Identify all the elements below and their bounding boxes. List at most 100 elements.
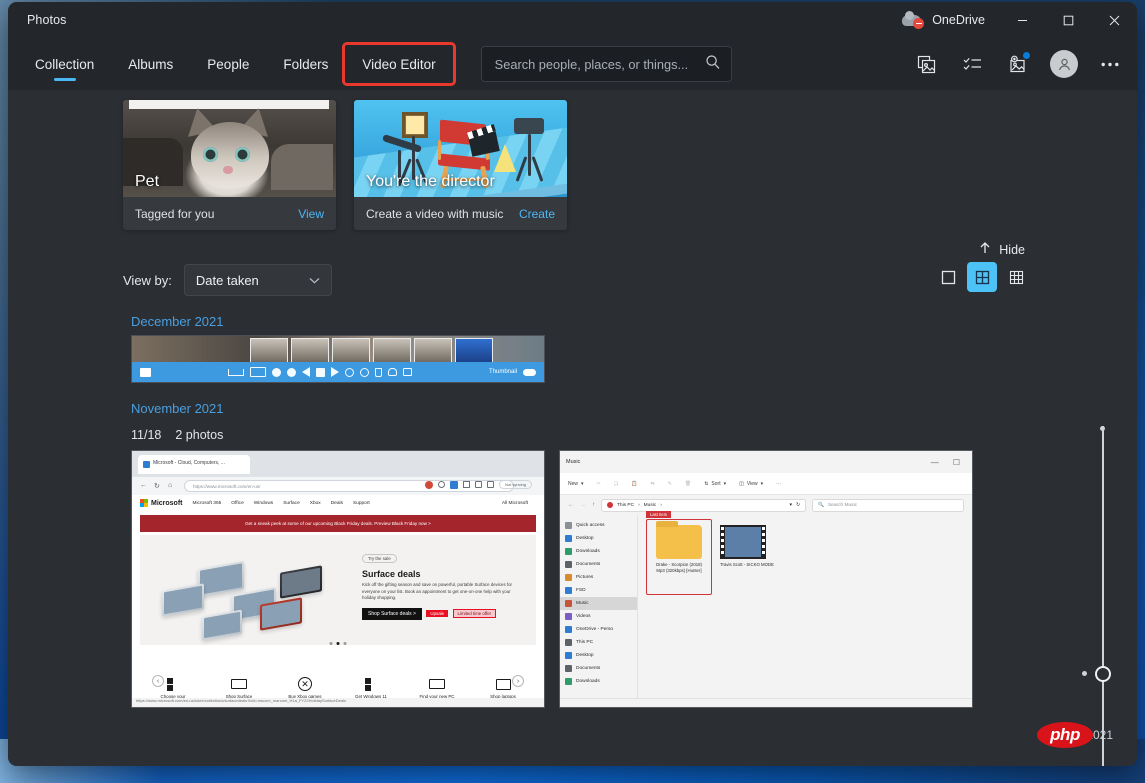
video-editor-timeline-screenshot[interactable]: Thumbnail: [131, 335, 545, 383]
multi-select-photos-icon[interactable]: [903, 44, 949, 84]
minimize-button[interactable]: [999, 2, 1045, 38]
card-director-media: You're the director: [354, 100, 567, 197]
tab-folders[interactable]: Folders: [266, 38, 345, 90]
group-count: 2 photos: [175, 428, 223, 442]
import-photos-icon[interactable]: [995, 44, 1041, 84]
microsoft-surface-deals-screenshot[interactable]: Microsoft - Cloud, Computers, ... ← ↻ ⌂ …: [131, 450, 545, 708]
hero-body: Kick off the gifting season and save on …: [362, 582, 522, 602]
search-box[interactable]: [481, 46, 732, 82]
hide-arrow-icon[interactable]: [978, 241, 992, 258]
card-director-footer: Create a video with music Create: [354, 197, 567, 230]
browser-home-icon: ⌂: [168, 482, 172, 489]
group-november-2021: November 2021 11/18 2 photos Microsoft -…: [8, 401, 1137, 708]
explorer-title-bar: Music — ☐: [560, 451, 972, 473]
selection-tag: Last Item: [646, 511, 671, 518]
ms-nav-link: Xbox: [310, 501, 321, 506]
timeline-scrubber[interactable]: [1091, 426, 1115, 766]
search-icon[interactable]: [705, 54, 721, 75]
sidebar-item: Pictures: [560, 571, 637, 584]
explorer-file-video: Travis Scott - SICKO MODE: [720, 525, 774, 574]
see-more-icon[interactable]: [1087, 44, 1133, 84]
ms-nav-link: Office: [231, 501, 243, 506]
quick-link: Get Windows 11: [341, 676, 401, 699]
suggestion-cards: Pet Tagged for you View: [8, 90, 1137, 230]
explorer-file-area: Last Item Drake - Scorpion (2018) Mp3 (3…: [638, 515, 972, 698]
maximize-button[interactable]: [1045, 2, 1091, 38]
card-director-subtitle: Create a video with music: [366, 207, 503, 221]
close-button[interactable]: [1091, 2, 1137, 38]
explorer-sort-button: ⇅Sort▾: [704, 481, 726, 487]
quick-link: Shop Surface: [209, 676, 269, 699]
card-director[interactable]: You're the director Create a video with …: [354, 100, 567, 230]
explorer-view-button: ◫View▾: [739, 481, 763, 487]
scrubber-track[interactable]: [1102, 426, 1104, 766]
import-badge: [1022, 51, 1031, 60]
medium-grid-tile-button[interactable]: [967, 262, 997, 292]
card-director-title: You're the director: [366, 173, 495, 191]
browser-back-icon: ←: [140, 482, 147, 489]
select-list-icon[interactable]: [949, 44, 995, 84]
explorer-status-bar: [560, 698, 972, 707]
php-watermark-logo: php: [1037, 722, 1093, 748]
group-title[interactable]: November 2021: [131, 401, 1137, 416]
sidebar-item: Quick access: [560, 519, 637, 532]
account-avatar-icon[interactable]: [1041, 44, 1087, 84]
card-director-create-link[interactable]: Create: [519, 207, 555, 221]
hide-row: Hide: [8, 241, 1137, 258]
tab-video-editor[interactable]: Video Editor: [345, 45, 452, 83]
browser-tab-title: Microsoft - Cloud, Computers, ...: [153, 460, 225, 466]
explorer-new-button: New▾: [568, 481, 584, 487]
quick-link: ✕ Buy Xbox games: [275, 676, 335, 699]
explorer-ribbon: New▾ ✂ ❏ 📋 ⇆ ✎ 🗑 ⇅Sort▾: [560, 473, 972, 495]
card-pet-view-link[interactable]: View: [298, 207, 324, 221]
explorer-search-field: 🔍 Search Music: [812, 499, 964, 512]
hide-button[interactable]: Hide: [999, 243, 1025, 257]
tab-collection[interactable]: Collection: [18, 38, 111, 90]
scrubber-handle[interactable]: [1095, 666, 1111, 682]
quick-link: Shop laptops: [473, 676, 533, 699]
explorer-title: Music: [566, 459, 580, 465]
single-large-tile-button[interactable]: [933, 262, 963, 292]
tab-people-label: People: [207, 57, 249, 72]
small-grid-tile-button[interactable]: [1001, 262, 1031, 292]
sidebar-item: Downloads: [560, 545, 637, 558]
photos-app-window: Photos OneDrive Collection: [8, 2, 1137, 766]
view-by-label: View by:: [123, 273, 172, 288]
sidebar-item: OneDrive - Perso: [560, 623, 637, 636]
sidebar-item: FSD: [560, 584, 637, 597]
ms-nav-link: Microsoft 365: [193, 501, 222, 506]
card-pet-footer: Tagged for you View: [123, 197, 336, 230]
hero-cta-button: Shop Surface deals >: [362, 608, 422, 620]
explorer-window-controls: — ☐: [931, 458, 966, 467]
sidebar-item: Documents: [560, 662, 637, 675]
file-explorer-music-screenshot[interactable]: Music — ☐ New▾ ✂ ❏ 📋: [559, 450, 973, 708]
hero-tag-badge: Upsale: [426, 610, 448, 617]
tab-albums[interactable]: Albums: [111, 38, 190, 90]
tab-collection-label: Collection: [35, 57, 94, 72]
chevron-down-icon: [309, 273, 320, 288]
photo-tiles: Microsoft - Cloud, Computers, ... ← ↻ ⌂ …: [131, 450, 1137, 708]
group-subheader: 11/18 2 photos: [131, 428, 1137, 442]
hero-heading: Surface deals: [362, 569, 522, 579]
view-by-dropdown[interactable]: Date taken: [184, 264, 332, 296]
explorer-sidebar: Quick access Desktop Downloads Documents…: [560, 515, 638, 698]
tab-people[interactable]: People: [190, 38, 266, 90]
browser-refresh-icon: ↻: [154, 482, 160, 490]
sidebar-item: Desktop: [560, 649, 637, 662]
sidebar-item: Videos: [560, 610, 637, 623]
tab-albums-label: Albums: [128, 57, 173, 72]
file-explorer-window: Music — ☐ New▾ ✂ ❏ 📋: [560, 451, 972, 707]
onedrive-status[interactable]: OneDrive: [902, 12, 985, 28]
quick-link: Choose your: [143, 676, 203, 699]
group-december-2021: December 2021: [8, 314, 1137, 383]
hero-tag2-badge: Limited time offer: [453, 609, 497, 618]
view-by-row: View by: Date taken: [8, 264, 1137, 296]
search-input[interactable]: [495, 57, 705, 72]
card-pet-title: Pet: [135, 173, 159, 191]
card-pet[interactable]: Pet Tagged for you View: [123, 100, 336, 230]
view-by-value: Date taken: [196, 273, 259, 288]
quick-link: Find your new PC: [407, 676, 467, 699]
group-title[interactable]: December 2021: [131, 314, 1137, 329]
hero-section: ‹ › Try the sale Surface deals Kick off …: [140, 535, 536, 645]
explorer-minimize-icon: —: [931, 458, 939, 467]
